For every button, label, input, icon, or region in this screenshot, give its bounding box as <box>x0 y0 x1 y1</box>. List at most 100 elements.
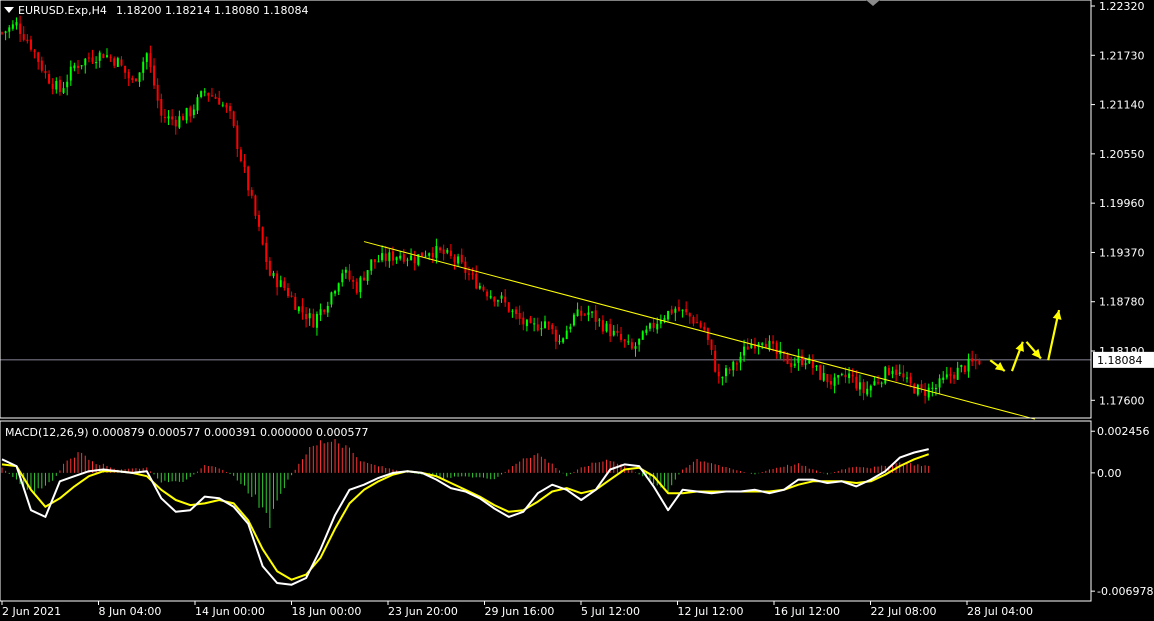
candle-body <box>457 256 460 264</box>
candle-body <box>73 65 76 69</box>
candle-body <box>239 149 242 162</box>
candle-body <box>721 377 724 379</box>
candle-body <box>576 309 579 317</box>
candle-body <box>15 22 18 26</box>
candle-body <box>377 261 380 263</box>
candle-body <box>858 382 861 390</box>
trading-chart[interactable]: EURUSD.Exp,H4 1.18200 1.18214 1.18080 1.… <box>0 0 1154 621</box>
candle-body <box>866 388 869 395</box>
candle-body <box>572 314 575 326</box>
candle-body <box>51 83 54 89</box>
candle-body <box>428 253 431 256</box>
candle-body <box>848 373 851 379</box>
candle-body <box>308 313 311 319</box>
candle-body <box>746 346 749 350</box>
candle-body <box>790 363 793 368</box>
candle-body <box>544 321 546 328</box>
candle-body <box>326 305 329 313</box>
candle-body <box>66 81 69 88</box>
ohlc-text: 1.18200 1.18214 1.18080 1.18084 <box>116 4 308 17</box>
candle-body <box>283 281 286 289</box>
candle-body <box>703 326 706 330</box>
candle-body <box>388 252 391 262</box>
candle-body <box>645 329 648 333</box>
candle-body <box>507 302 510 312</box>
candle-body <box>627 341 630 343</box>
candle-body <box>174 119 177 127</box>
candle-body <box>138 72 141 82</box>
candle-body <box>761 343 764 345</box>
candle-body <box>902 373 905 378</box>
candle-body <box>934 387 937 390</box>
candle-body <box>873 381 876 386</box>
candle-body <box>218 97 221 105</box>
candle-body <box>439 247 442 251</box>
candle-body <box>822 373 825 381</box>
candle-body <box>102 54 105 59</box>
candle-body <box>960 365 963 368</box>
candle-body <box>496 300 499 302</box>
symbol-label[interactable]: EURUSD.Exp,H4 <box>18 4 107 17</box>
candle-body <box>98 52 101 61</box>
price-tick-label: 1.20550 <box>1099 148 1145 161</box>
candle-body <box>214 96 217 99</box>
candle-body <box>265 242 268 263</box>
candle-body <box>232 111 235 127</box>
candle-body <box>518 313 521 319</box>
candle-body <box>916 384 919 395</box>
candle-body <box>717 371 720 377</box>
candle-body <box>670 309 673 314</box>
macd-tick-label: 0.00 <box>1097 467 1122 480</box>
time-tick-label: 5 Jul 12:00 <box>581 605 640 618</box>
candle-body <box>728 369 731 371</box>
candle-body <box>739 356 742 363</box>
candle-body <box>402 254 405 262</box>
candle-body <box>156 84 159 101</box>
candle-body <box>341 273 344 283</box>
candle-body <box>511 310 514 312</box>
candle-body <box>279 280 282 287</box>
candle-body <box>315 313 318 328</box>
candle-body <box>522 317 525 325</box>
candle-body <box>381 253 384 261</box>
candle-body <box>312 313 315 328</box>
candle-body <box>395 257 398 261</box>
candle-body <box>286 287 289 297</box>
candle-body <box>258 214 261 227</box>
candle-body <box>808 357 811 364</box>
candle-body <box>482 286 485 291</box>
candle-body <box>58 79 61 93</box>
candle-body <box>565 330 568 340</box>
candle-body <box>348 270 351 280</box>
candle-body <box>641 331 644 340</box>
time-tick-label: 14 Jun 00:00 <box>195 605 265 618</box>
candle-body <box>612 330 615 336</box>
candle-body <box>460 254 463 263</box>
candle-body <box>62 88 65 93</box>
candle-body <box>449 250 452 256</box>
candle-body <box>580 310 583 316</box>
candle-body <box>453 256 456 262</box>
candle-body <box>290 295 293 297</box>
candle-body <box>837 375 840 378</box>
price-tick-label: 1.17600 <box>1099 394 1145 407</box>
candle-body <box>547 322 550 324</box>
candle-body <box>833 377 836 386</box>
candle-body <box>69 66 72 81</box>
candle-body <box>699 322 702 328</box>
candle-body <box>819 365 822 380</box>
candle-body <box>562 338 565 343</box>
candle-body <box>475 273 478 289</box>
candle-body <box>877 382 880 384</box>
candle-body <box>710 339 713 350</box>
candle-body <box>182 116 184 121</box>
candle-body <box>732 361 735 371</box>
candle-body <box>591 311 594 313</box>
candle-body <box>229 106 232 112</box>
candle-body <box>37 52 40 62</box>
candle <box>102 53 105 59</box>
candle-body <box>786 353 789 364</box>
candle-body <box>200 91 203 98</box>
candle-body <box>11 24 14 29</box>
candle-body <box>363 277 365 281</box>
